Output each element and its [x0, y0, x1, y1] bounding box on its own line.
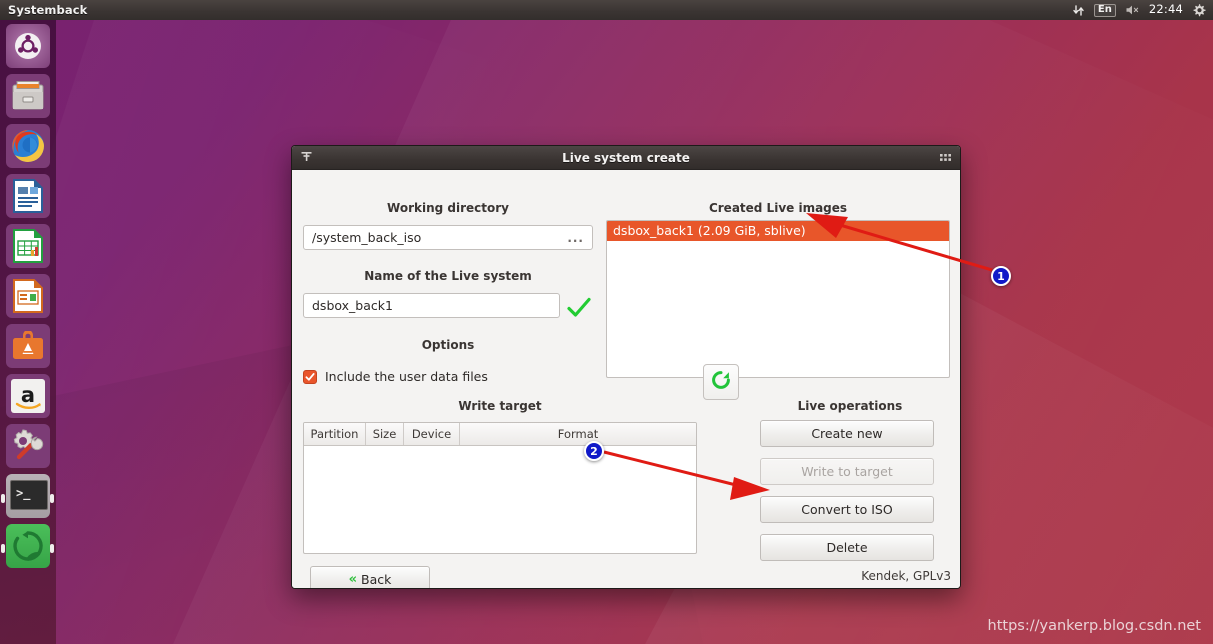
launcher-item-dash-home[interactable] — [6, 24, 50, 68]
live-name-input[interactable]: dsbox_back1 — [303, 293, 560, 318]
live-system-create-window: Live system create Working directory /sy… — [291, 145, 961, 589]
browse-button[interactable]: ... — [567, 231, 584, 245]
keyboard-layout-indicator[interactable]: En — [1093, 3, 1116, 17]
clock[interactable]: 22:44 — [1149, 4, 1183, 16]
launcher-item-files[interactable] — [6, 74, 50, 118]
created-live-images-label: Created Live images — [708, 201, 848, 215]
live-name-label: Name of the Live system — [364, 269, 532, 283]
refresh-icon — [710, 369, 732, 395]
top-panel: Systemback En 22:44 — [0, 0, 1213, 20]
include-user-data-checkbox[interactable] — [303, 369, 317, 384]
watermark: https://yankerp.blog.csdn.net — [987, 618, 1201, 634]
launcher-item-libreoffice-impress[interactable] — [6, 274, 50, 318]
delete-button[interactable]: Delete — [760, 534, 934, 561]
panel-app-title[interactable]: Systemback — [8, 3, 87, 17]
gear-icon[interactable] — [1192, 3, 1206, 17]
system-tray: En 22:44 — [1072, 3, 1213, 17]
live-image-list-item[interactable]: dsbox_back1 (2.09 GiB, sblive) — [607, 221, 949, 241]
delete-label: Delete — [826, 540, 868, 555]
launcher-item-libreoffice-calc[interactable] — [6, 224, 50, 268]
volume-muted-icon[interactable] — [1125, 4, 1140, 16]
write-to-target-button: Write to target — [760, 458, 934, 485]
launcher-item-amazon[interactable]: a — [6, 374, 50, 418]
launcher-focused-indicator — [50, 544, 54, 553]
keyboard-layout-label: En — [1093, 3, 1116, 17]
include-user-data-label: Include the user data files — [325, 369, 488, 384]
svg-text:>_: >_ — [16, 486, 31, 501]
column-header-size[interactable]: Size — [366, 423, 404, 445]
write-target-table[interactable]: Partition Size Device Format — [303, 422, 697, 554]
launcher-item-system-settings[interactable] — [6, 424, 50, 468]
double-chevron-left-icon: « — [348, 572, 358, 587]
launcher-focused-indicator — [50, 494, 54, 503]
window-title: Live system create — [562, 150, 690, 165]
launcher-running-indicator — [1, 544, 5, 553]
window-titlebar[interactable]: Live system create — [292, 146, 960, 170]
write-target-header-row: Partition Size Device Format — [304, 423, 696, 446]
working-directory-value: /system_back_iso — [312, 230, 422, 245]
live-operations-label: Live operations — [797, 399, 903, 413]
create-new-button[interactable]: Create new — [760, 420, 934, 447]
green-check-icon — [566, 296, 592, 324]
working-directory-label: Working directory — [387, 201, 509, 215]
column-header-partition[interactable]: Partition — [304, 423, 366, 445]
launcher-item-libreoffice-writer[interactable] — [6, 174, 50, 218]
refresh-button[interactable] — [703, 364, 739, 400]
launcher-item-terminal[interactable]: >_ — [6, 474, 50, 518]
launcher-running-indicator — [1, 494, 5, 503]
column-header-device[interactable]: Device — [404, 423, 460, 445]
grip-menu-icon[interactable] — [939, 148, 952, 167]
collapse-icon[interactable] — [300, 148, 313, 167]
create-new-label: Create new — [811, 426, 883, 441]
svg-text:a: a — [21, 383, 35, 407]
write-to-target-label: Write to target — [801, 464, 893, 479]
working-directory-input[interactable]: /system_back_iso ... — [303, 225, 593, 250]
live-name-value: dsbox_back1 — [312, 298, 393, 313]
unity-launcher: a >_ — [0, 20, 56, 644]
launcher-item-ubuntu-software[interactable] — [6, 324, 50, 368]
created-live-images-list[interactable]: dsbox_back1 (2.09 GiB, sblive) — [606, 220, 950, 378]
include-user-data-checkbox-row[interactable]: Include the user data files — [303, 369, 488, 384]
options-label: Options — [421, 338, 475, 352]
launcher-item-systemback[interactable] — [6, 524, 50, 568]
license-footer: Kendek, GPLv3 — [861, 569, 951, 583]
back-label: Back — [361, 572, 392, 587]
back-button[interactable]: « Back — [310, 566, 430, 588]
convert-to-iso-button[interactable]: Convert to ISO — [760, 496, 934, 523]
network-updown-icon[interactable] — [1072, 4, 1085, 17]
convert-to-iso-label: Convert to ISO — [801, 502, 893, 517]
window-body: Working directory /system_back_iso ... C… — [292, 170, 960, 588]
launcher-item-firefox[interactable] — [6, 124, 50, 168]
column-header-format[interactable]: Format — [460, 423, 696, 445]
write-target-label: Write target — [458, 399, 542, 413]
